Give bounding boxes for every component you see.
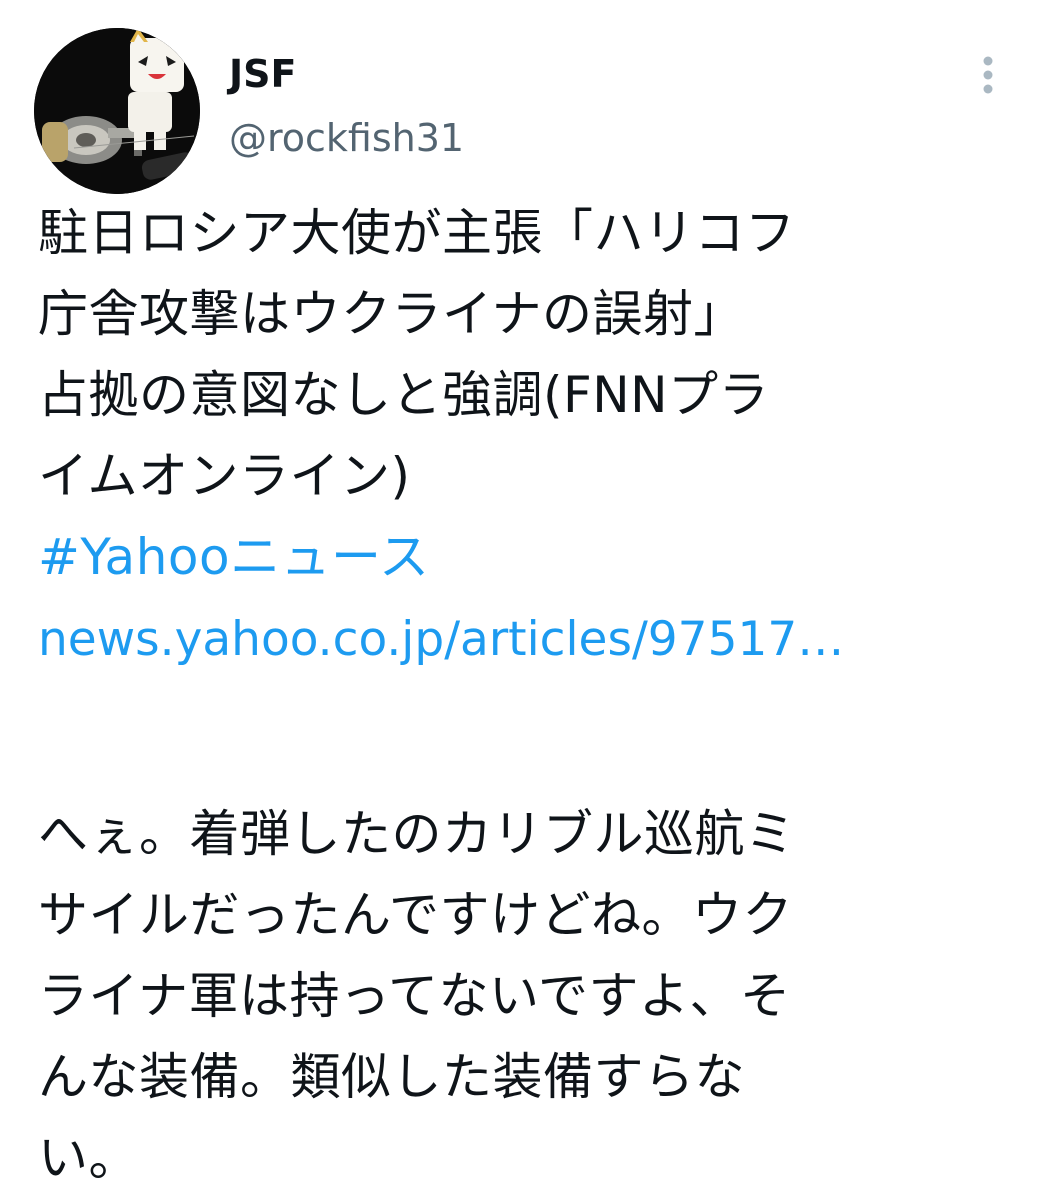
comment-line: サイルだったんですけどね。ウク: [38, 886, 793, 944]
user-handle[interactable]: @rockfish31: [229, 116, 464, 160]
tweet: JSF @rockfish31 駐日ロシア大使が主張「ハリコフ 庁舎攻撃はウクラ…: [0, 0, 1044, 1200]
more-vertical-icon: [983, 56, 993, 94]
avatar[interactable]: [34, 28, 200, 194]
comment-line: へぇ。着弾したのカリブル巡航ミ: [38, 805, 796, 863]
headline-line: 庁舎攻撃はウクライナの誤射」: [38, 285, 744, 343]
article-link[interactable]: news.yahoo.co.jp/articles/97517…: [38, 612, 844, 667]
hashtag-link[interactable]: #Yahooニュース: [38, 528, 430, 586]
comment-line: んな装備。類似した装備すらな: [38, 1048, 745, 1106]
comment-line: ライナ軍は持ってないですよ、そ: [38, 967, 791, 1025]
tweet-text: 駐日ロシア大使が主張「ハリコフ 庁舎攻撃はウクライナの誤射」 占拠の意図なしと強…: [38, 193, 1028, 1199]
headline-line: 占拠の意図なしと強調(FNNプラ: [38, 366, 770, 424]
more-options-button[interactable]: [966, 50, 1010, 100]
display-name[interactable]: JSF: [229, 52, 296, 96]
headline-line: イムオンライン): [38, 447, 411, 505]
headline-line: 駐日ロシア大使が主張「ハリコフ: [38, 204, 796, 262]
comment-line: い。: [38, 1129, 139, 1187]
